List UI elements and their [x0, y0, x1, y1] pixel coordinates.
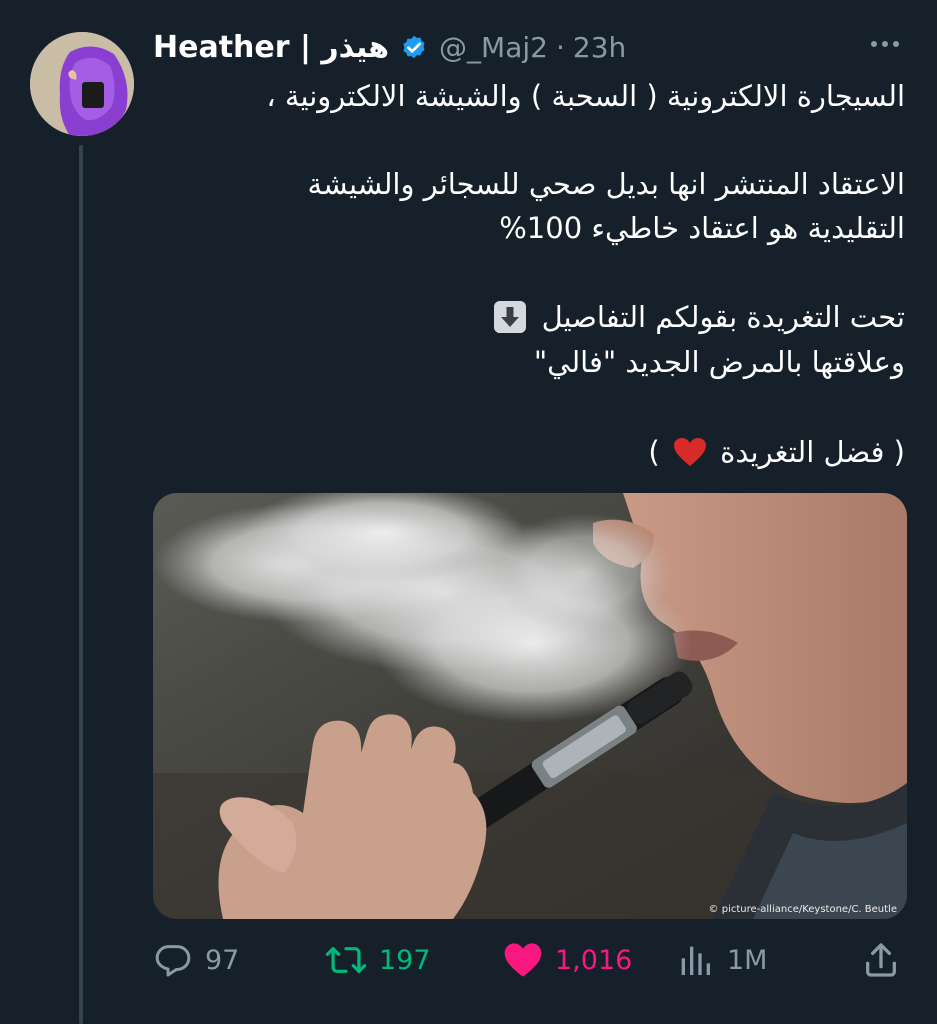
- views-icon: [675, 940, 715, 980]
- reply-button[interactable]: 97: [153, 935, 239, 985]
- separator-dot: ·: [555, 30, 565, 64]
- retweet-button[interactable]: 197: [325, 935, 431, 985]
- thread-line: [79, 145, 83, 1024]
- display-name[interactable]: Heather | هيذر: [153, 30, 389, 65]
- tweet-text-line-3: التقليدية هو اعتقاد خاطيء 100%: [499, 211, 905, 245]
- tweet-text-line-1: السيجارة الالكترونية ( السحبة ) والشيشة …: [266, 79, 905, 113]
- reply-count: 97: [205, 944, 240, 976]
- share-icon: [861, 940, 901, 980]
- share-button[interactable]: [861, 935, 901, 985]
- tweet-header: Heather | هيذر @_Maj2 · 23h: [153, 22, 626, 72]
- tweet-actions: 97 197 1,016 1M: [153, 935, 907, 985]
- retweet-count: 197: [379, 944, 431, 976]
- like-count: 1,016: [555, 944, 633, 976]
- views-count: 1M: [727, 944, 768, 976]
- avatar[interactable]: [30, 32, 134, 136]
- tweet-text-line-6: ( فضل التغريدة ): [153, 432, 905, 477]
- reply-icon: [153, 940, 193, 980]
- tweet-text-line-4: تحت التغريدة بقولكم التفاصيل: [153, 297, 905, 337]
- media-credit: © picture-alliance/Keystone/C. Beutle: [708, 904, 897, 915]
- tweet-text-line-6-end: ): [648, 435, 660, 469]
- handle[interactable]: @_Maj2: [439, 31, 548, 64]
- tweet-media-image[interactable]: © picture-alliance/Keystone/C. Beutle: [153, 493, 907, 919]
- like-button[interactable]: 1,016: [503, 935, 632, 985]
- retweet-icon: [325, 940, 367, 980]
- tweet-text-line-4-text: تحت التغريدة بقولكم التفاصيل: [541, 300, 905, 334]
- tweet[interactable]: Heather | هيذر @_Maj2 · 23h السيجارة الا…: [0, 0, 937, 1024]
- red-heart-emoji: [673, 437, 707, 477]
- timestamp[interactable]: 23h: [573, 31, 626, 64]
- tweet-text-line-2: الاعتقاد المنتشر انها بديل صحي للسجائر و…: [307, 167, 905, 201]
- tweet-text-line-5: وعلاقتها بالمرض الجديد "فالي": [533, 345, 905, 379]
- more-icon[interactable]: [867, 34, 903, 54]
- tweet-text-line-6-start: ( فضل التغريدة: [720, 435, 905, 469]
- like-icon: [503, 941, 543, 979]
- down-arrow-emoji: [494, 301, 527, 333]
- views-button[interactable]: 1M: [675, 935, 767, 985]
- verified-icon: [399, 32, 429, 62]
